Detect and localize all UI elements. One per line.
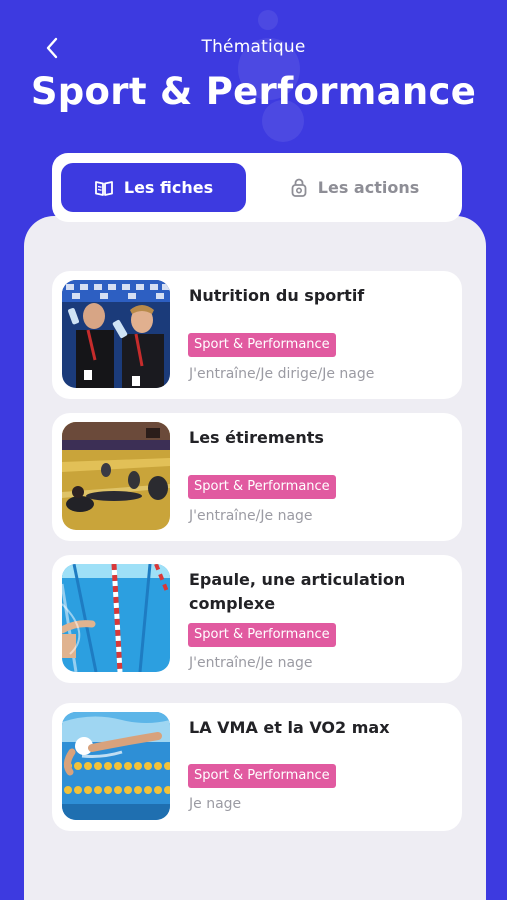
thumbnail-image (62, 564, 170, 672)
audience-text: Je nage (189, 796, 242, 812)
category-tag: Sport & Performance (188, 764, 336, 788)
card-title: Les étirements (189, 428, 324, 447)
thumbnail-image (62, 712, 170, 820)
page-title: Sport & Performance (30, 70, 477, 113)
audience-text: J'entraîne/Je dirige/Je nage (189, 366, 375, 382)
category-tag: Sport & Performance (188, 475, 336, 499)
category-tag: Sport & Performance (188, 333, 336, 357)
tab-les-fiches[interactable]: Les fiches (61, 163, 246, 212)
card-title: Nutrition du sportif (189, 286, 365, 305)
audience-text: J'entraîne/Je nage (189, 655, 313, 671)
category-tag: Sport & Performance (188, 623, 336, 647)
book-icon (94, 180, 113, 196)
lock-icon (291, 178, 307, 197)
list-item[interactable]: Les étirements Sport & Performance J'ent… (52, 413, 462, 541)
tab-label: Les actions (317, 178, 420, 197)
decor-bubble (258, 10, 278, 30)
card-title: LA VMA et la VO2 max (189, 718, 390, 737)
thumbnail-image (62, 422, 170, 530)
audience-text: J'entraîne/Je nage (189, 508, 313, 524)
tab-label: Les fiches (123, 178, 214, 197)
tab-les-actions[interactable]: Les actions (262, 163, 447, 212)
list-item[interactable]: Nutrition du sportif Sport & Performance… (52, 271, 462, 399)
page-subtitle: Thématique (201, 37, 306, 57)
thumbnail-image (62, 280, 170, 388)
tab-bar: Les fiches Les actions (52, 153, 462, 222)
list-item[interactable]: LA VMA et la VO2 max Sport & Performance… (52, 703, 462, 831)
card-title: Epaule, une articulation complexe (189, 570, 406, 613)
list-item[interactable]: Epaule, une articulation complexe Sport … (52, 555, 462, 683)
